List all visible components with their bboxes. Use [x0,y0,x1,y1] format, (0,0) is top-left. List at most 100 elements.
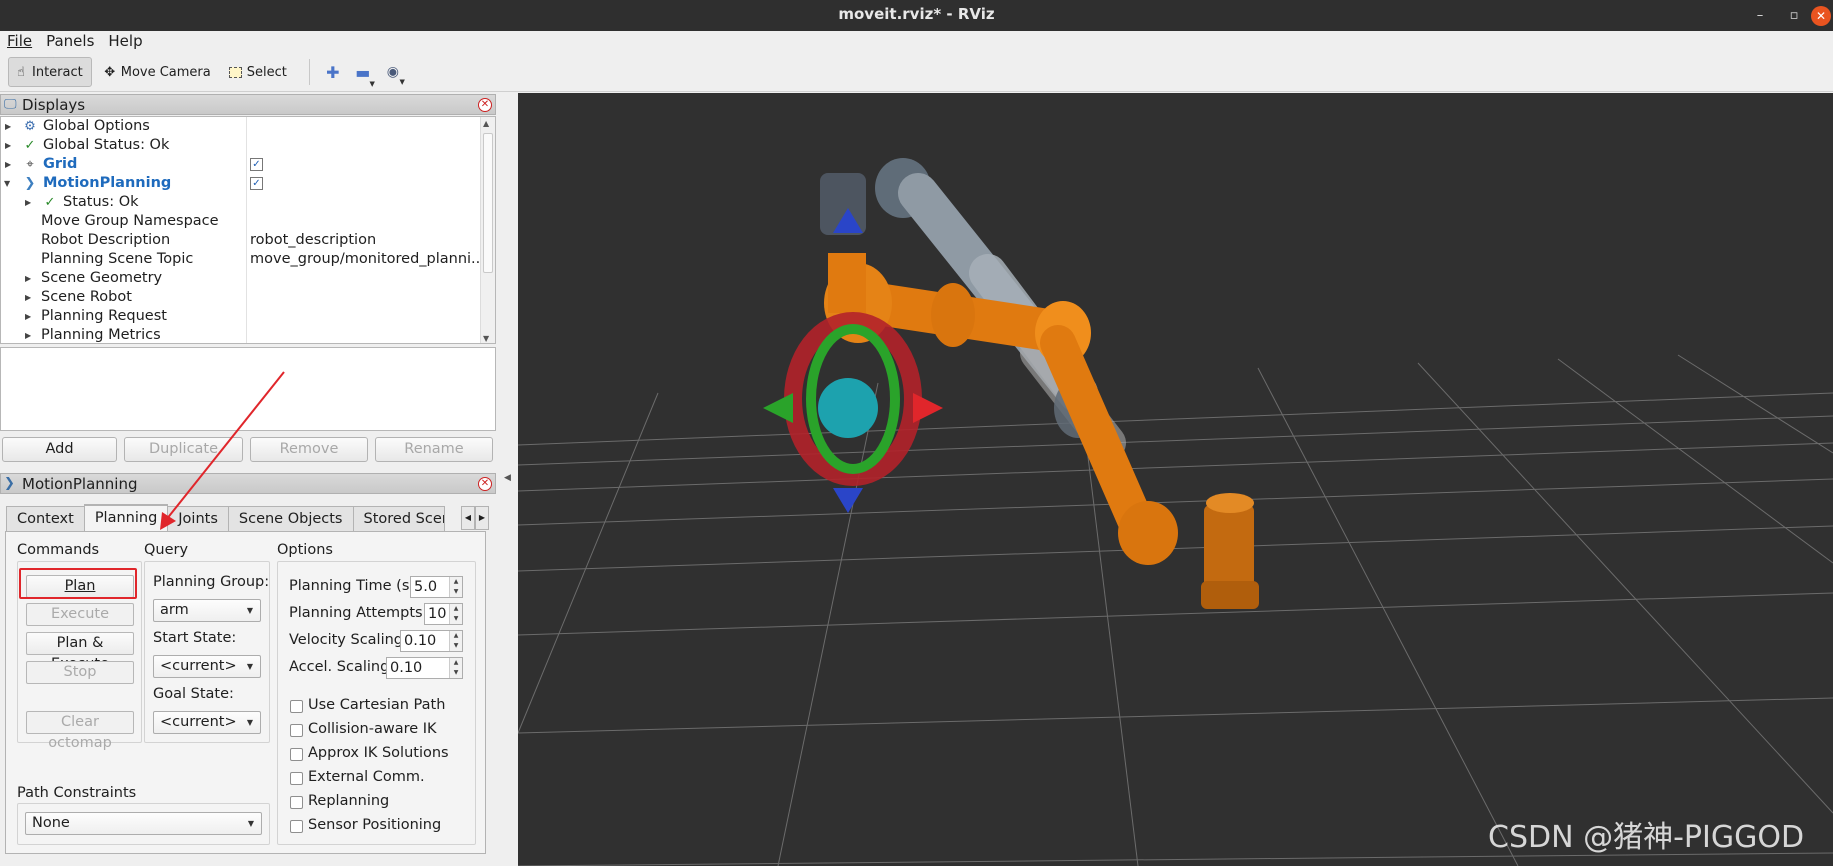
tree-label: Planning Metrics [41,327,161,343]
tree-row-scene-geometry[interactable]: ▶ Scene Geometry [1,269,481,288]
select-tool-button[interactable]: Select [225,57,295,87]
menu-bar: File Panels Help [0,31,1833,53]
spin-arrows-icon[interactable]: ▲ ▼ [449,631,462,651]
scene-render [518,158,1833,866]
spin-arrows-icon[interactable]: ▲ ▼ [449,604,462,624]
grid-enabled-checkbox[interactable]: ✓ [250,158,263,171]
expand-arrow-icon[interactable]: ▶ [5,155,15,174]
tree-label: Scene Robot [41,289,132,305]
tree-value[interactable]: move_group/monitored_planni... [250,250,485,269]
planning-attempts-label: Planning Attempts: [289,605,428,621]
grid-icon: ⌖ [26,157,34,172]
scrollbar-thumb[interactable] [483,133,493,273]
remove-tool-button[interactable]: ▬ ▼ [348,63,378,88]
sensor-positioning-label: Sensor Positioning [308,817,442,833]
3d-viewport[interactable] [518,93,1833,866]
collapse-left-icon[interactable]: ◀ [504,473,511,483]
velocity-scaling-spinbox[interactable]: 0.10 ▲ ▼ [400,630,463,652]
plan-highlight-box [19,568,137,599]
rename-display-button[interactable]: Rename [375,437,493,462]
tree-row-global-options[interactable]: ▶ ⚙ Global Options [1,117,481,136]
tree-row-motionplanning[interactable]: ▼ ❯ MotionPlanning ✓ [1,174,481,193]
spin-arrows-icon[interactable]: ▲ ▼ [449,658,462,678]
expand-arrow-icon[interactable]: ▶ [25,326,35,343]
execute-button[interactable]: Execute [26,603,134,626]
tree-row-robot-description[interactable]: Robot Description robot_description [1,231,481,250]
spin-arrows-icon[interactable]: ▲ ▼ [449,577,462,597]
ground-grid [518,354,1833,866]
dock-splitter[interactable]: ◀ [498,93,518,866]
tree-label: Planning Request [41,308,167,324]
tree-value[interactable]: robot_description [250,231,376,250]
tool-toolbar: ☝ Interact ✥ Move Camera Select ✚ ▬ ▼ ◉ ▼ [0,53,1833,92]
tree-row-move-group-namespace[interactable]: Move Group Namespace [1,212,481,231]
planning-group-value: arm [160,602,189,618]
start-state-combo[interactable]: <current> ▼ [153,655,261,678]
replanning-checkbox[interactable] [290,796,303,809]
close-panel-icon[interactable]: ✕ [478,98,492,112]
motionplanning-enabled-checkbox[interactable]: ✓ [250,177,263,190]
watermark-text: CSDN @猪神-PIGGOD [1488,820,1805,855]
plan-and-execute-button[interactable]: Plan & Execute [26,632,134,672]
tree-row-planning-scene-topic[interactable]: Planning Scene Topic move_group/monitore… [1,250,485,269]
add-display-button[interactable]: Add [2,437,117,462]
clear-octomap-button[interactable]: Clear octomap [26,711,134,751]
path-constraints-combo[interactable]: None ▼ [25,812,262,835]
planning-group-combo[interactable]: arm ▼ [153,599,261,622]
close-panel-icon[interactable]: ✕ [478,477,492,491]
tree-label: Status: Ok [63,194,139,210]
tab-scroll-right-icon[interactable]: ▶ [475,506,489,530]
approx-ik-checkbox[interactable] [290,748,303,761]
tool-properties-button[interactable]: ◉ ▼ [378,64,408,86]
planning-group-label: Planning Group: [153,574,270,590]
close-window-button[interactable]: ✕ [1811,5,1831,26]
stop-button[interactable]: Stop [26,661,134,684]
scroll-up-icon[interactable]: ▲ [483,119,489,128]
expand-arrow-icon[interactable]: ▶ [25,269,35,288]
tree-scrollbar[interactable]: ▲ ▼ [480,117,495,343]
planning-time-spinbox[interactable]: 5.0 ▲ ▼ [410,576,463,598]
tree-row-scene-robot[interactable]: ▶ Scene Robot [1,288,481,307]
tab-scroll-left-icon[interactable]: ◀ [461,506,475,530]
collision-aware-ik-checkbox[interactable] [290,724,303,737]
menu-panels[interactable]: Panels [39,31,101,53]
use-cartesian-path-checkbox[interactable] [290,700,303,713]
menu-help[interactable]: Help [101,31,149,53]
goal-state-combo[interactable]: <current> ▼ [153,711,261,734]
select-tool-label: Select [246,64,287,80]
external-comm-checkbox[interactable] [290,772,303,785]
tree-label: Global Options [43,118,150,134]
expand-arrow-icon[interactable]: ▶ [5,136,15,155]
sensor-positioning-checkbox[interactable] [290,820,303,833]
tree-row-grid[interactable]: ▶ ⌖ Grid ✓ [1,155,481,174]
tree-row-planning-metrics[interactable]: ▶ Planning Metrics [1,326,481,343]
move-arrows-icon: ✥ [104,64,116,80]
commands-group-title: Commands [17,542,100,558]
scroll-down-icon[interactable]: ▼ [483,334,489,343]
toolbar-separator [308,59,310,85]
tree-row-planning-request[interactable]: ▶ Planning Request [1,307,481,326]
menu-file[interactable]: File [0,31,39,53]
dropdown-arrow-icon: ▼ [246,718,253,727]
tree-row-status[interactable]: ▶ ✓ Status: Ok [1,193,481,212]
add-tool-button[interactable]: ✚ [318,63,348,82]
tab-stored-scenes[interactable]: Stored Scene [352,506,445,532]
planning-attempts-spinbox[interactable]: 10 ▲ ▼ [424,603,463,625]
restore-button[interactable]: ▫ [1777,1,1811,30]
expand-arrow-icon[interactable]: ▶ [25,307,35,326]
expand-arrow-icon[interactable]: ▶ [25,193,35,212]
dropdown-arrow-icon: ▼ [246,606,253,615]
accel-scaling-spinbox[interactable]: 0.10 ▲ ▼ [386,657,463,679]
planning-time-label: Planning Time (s): [289,578,420,594]
minimize-button[interactable]: – [1743,1,1777,30]
expand-arrow-icon[interactable]: ▶ [5,117,15,136]
interact-tool-button[interactable]: ☝ Interact [8,57,92,87]
tree-row-global-status[interactable]: ▶ ✓ Global Status: Ok [1,136,481,155]
displays-panel-header: 🖵 Displays ✕ [0,94,496,115]
tab-context[interactable]: Context [6,506,85,532]
expand-arrow-icon[interactable]: ▶ [25,288,35,307]
planning-time-value: 5.0 [414,579,438,595]
move-camera-tool-button[interactable]: ✥ Move Camera [98,57,219,87]
collapse-arrow-icon[interactable]: ▼ [4,174,14,193]
hand-pointer-icon: ☝ [17,64,25,80]
